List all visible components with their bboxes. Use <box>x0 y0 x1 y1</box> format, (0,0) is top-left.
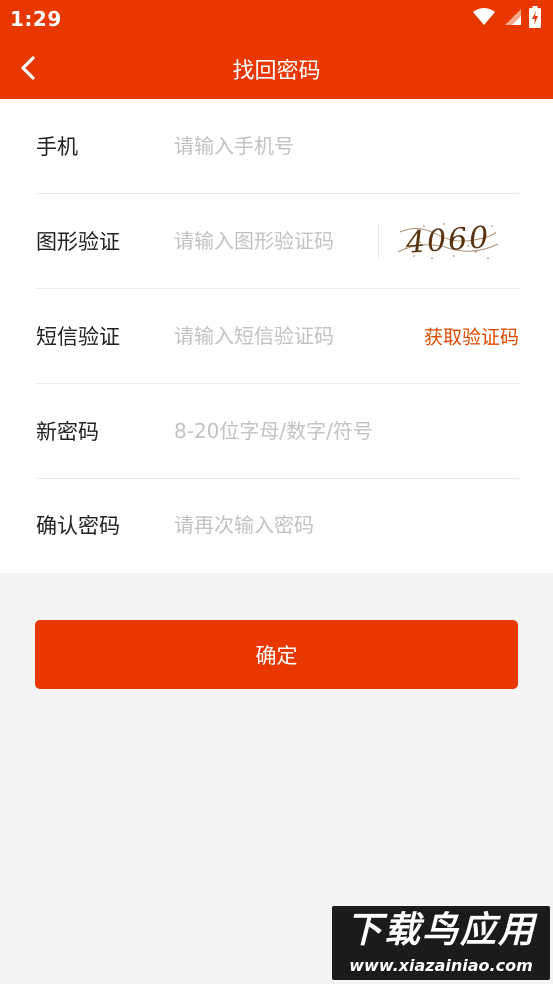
sms-code-row: 短信验证 获取验证码 <box>36 289 519 384</box>
new-password-input[interactable] <box>174 419 434 443</box>
confirm-password-row: 确认密码 <box>36 479 519 571</box>
graphic-code-label: 图形验证 <box>36 230 120 254</box>
watermark-title: 下载鸟应用 <box>345 910 536 951</box>
status-bar: 1:29 <box>0 0 553 36</box>
phone-input[interactable] <box>174 134 384 158</box>
page-title: 找回密码 <box>232 59 321 84</box>
status-time: 1:29 <box>10 7 62 31</box>
sms-code-input[interactable] <box>174 324 384 348</box>
sms-code-label: 短信验证 <box>36 325 120 349</box>
cellular-signal-icon <box>505 9 521 25</box>
graphic-code-input[interactable] <box>174 229 384 253</box>
phone-row: 手机 <box>36 99 519 194</box>
wifi-icon <box>473 8 495 25</box>
app-bar: 找回密码 <box>0 36 553 99</box>
graphic-code-row: 图形验证 4060 <box>36 194 519 289</box>
captcha-text: 4060 <box>404 220 492 261</box>
captcha-image[interactable]: 4060 <box>396 218 500 264</box>
confirm-password-label: 确认密码 <box>36 514 120 538</box>
phone-label: 手机 <box>36 135 78 159</box>
new-password-label: 新密码 <box>36 420 99 444</box>
recovery-form: 手机 图形验证 4060 短信验证 获取验证码 新密码 确认密码 <box>0 99 553 573</box>
battery-charging-icon <box>529 6 541 28</box>
confirm-password-input[interactable] <box>174 513 384 537</box>
new-password-row: 新密码 <box>36 384 519 479</box>
captcha-divider <box>378 224 379 258</box>
status-icons <box>473 6 541 28</box>
watermark-url: www.xiazainiao.com <box>349 956 533 975</box>
get-sms-code-button[interactable]: 获取验证码 <box>424 323 519 350</box>
watermark-logo: 下载鸟应用 www.xiazainiao.com <box>332 906 550 980</box>
confirm-button[interactable]: 确定 <box>35 620 518 689</box>
